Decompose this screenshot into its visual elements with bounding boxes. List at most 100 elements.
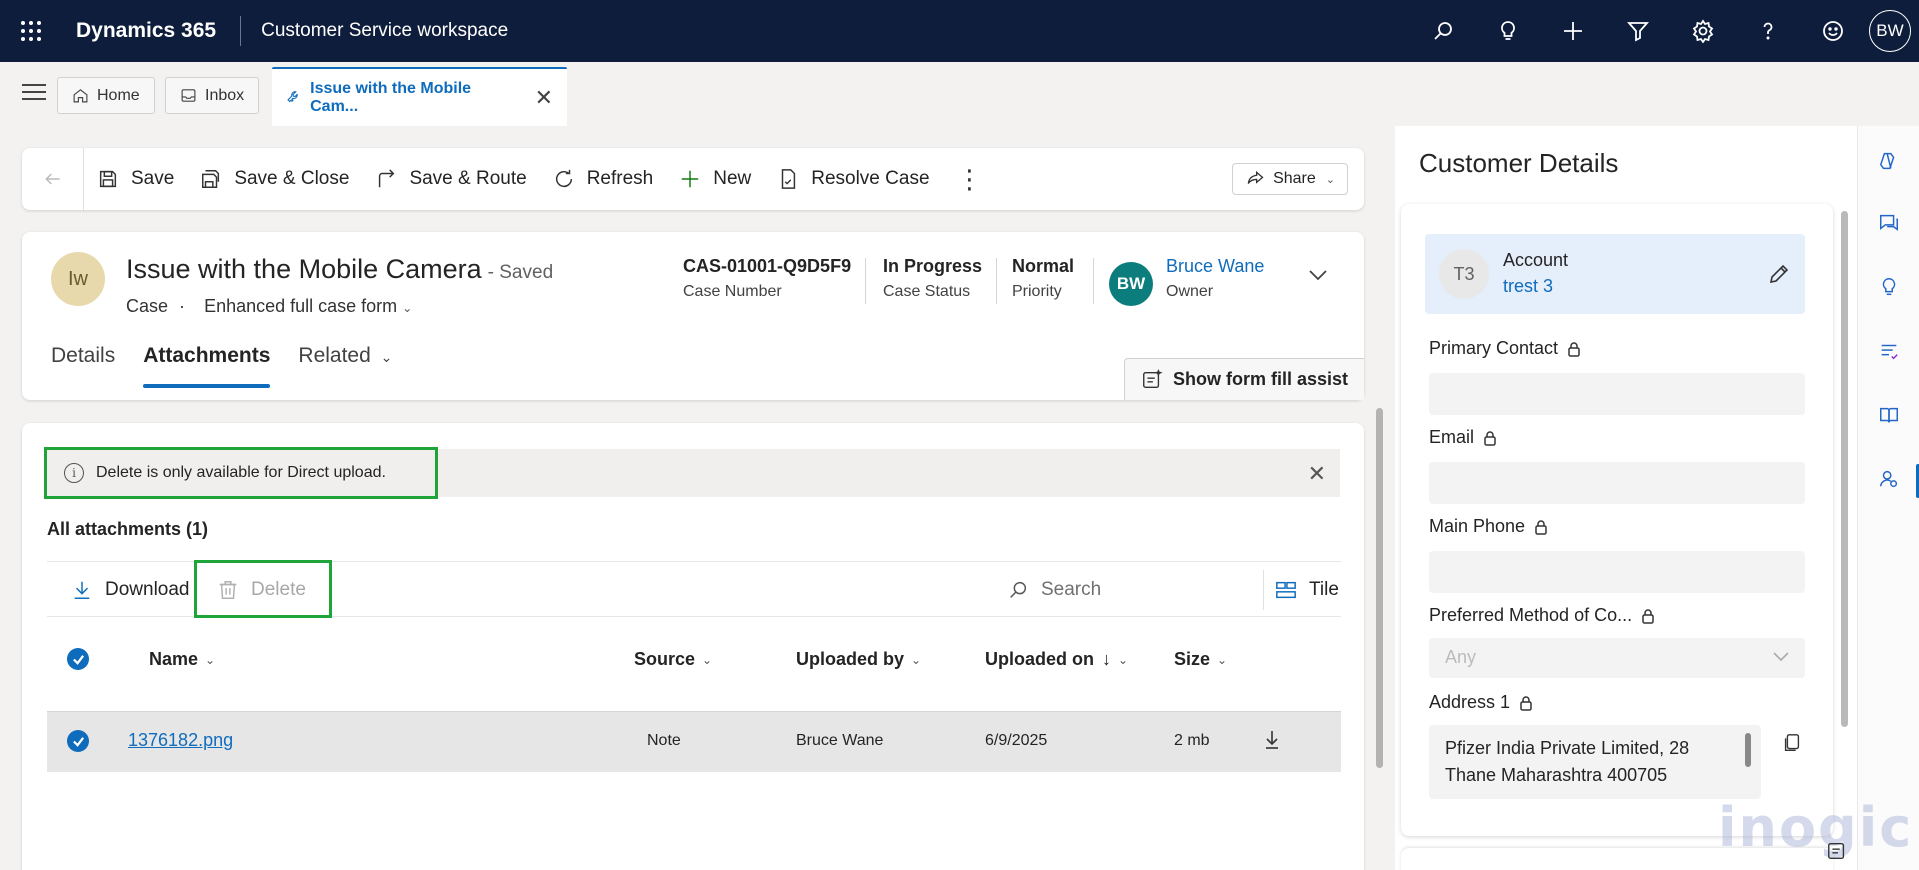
app-launcher-icon[interactable] — [0, 0, 62, 62]
address-scrollbar[interactable] — [1745, 733, 1751, 767]
owner-link[interactable]: Bruce Wane — [1166, 256, 1264, 277]
conversation-icon[interactable] — [1858, 198, 1919, 248]
plus-icon[interactable] — [1540, 0, 1605, 62]
lightbulb-icon[interactable] — [1475, 0, 1540, 62]
tab-inbox[interactable]: Inbox — [165, 77, 260, 114]
select-all-checkbox[interactable] — [67, 648, 89, 670]
settings-icon[interactable] — [1670, 0, 1735, 62]
main-phone-input — [1429, 551, 1805, 593]
filter-icon[interactable] — [1605, 0, 1670, 62]
column-size-label: Size — [1174, 649, 1211, 669]
new-button[interactable]: New — [666, 148, 764, 210]
save-close-button[interactable]: Save & Close — [187, 148, 362, 210]
preferred-method-field: Preferred Method of Co... Any — [1429, 605, 1805, 678]
save-button[interactable]: Save — [84, 148, 187, 210]
command-bar: Save Save & Close Save & Route Refresh N… — [22, 148, 1364, 210]
hamburger-menu-icon[interactable] — [22, 84, 46, 102]
expand-header-chevron-icon[interactable] — [1308, 268, 1328, 282]
address-textarea[interactable]: Pfizer India Private Limited, 28 Thane M… — [1429, 725, 1761, 799]
form-assist-icon — [1143, 368, 1163, 388]
save-route-button[interactable]: Save & Route — [362, 148, 539, 210]
save-close-label: Save & Close — [234, 168, 350, 189]
primary-contact-label: Primary Contact — [1429, 338, 1559, 358]
tile-icon — [1276, 581, 1296, 599]
back-arrow-icon — [44, 173, 60, 185]
tab-details[interactable]: Details — [51, 344, 115, 388]
edit-pencil-icon[interactable] — [1767, 262, 1791, 286]
back-button[interactable] — [22, 148, 84, 210]
wrench-icon — [287, 91, 298, 103]
download-button[interactable]: Download — [71, 562, 190, 618]
customer-details-icon[interactable] — [1858, 454, 1919, 504]
smiley-icon[interactable] — [1800, 0, 1865, 62]
tab-active-case[interactable]: Issue with the Mobile Cam... ✕ — [272, 67, 567, 126]
form-selector[interactable]: Enhanced full case form ⌄ — [204, 296, 412, 316]
cell-uploaded-by: Bruce Wane — [796, 732, 884, 749]
address-line-2: Thane Maharashtra 400705 — [1445, 765, 1668, 785]
tile-view-button[interactable]: Tile — [1275, 562, 1339, 618]
help-icon[interactable] — [1735, 0, 1800, 62]
new-label: New — [713, 168, 752, 189]
refresh-label: Refresh — [586, 168, 654, 189]
record-subtitle: Case · Enhanced full case form ⌄ — [126, 296, 412, 317]
share-label: Share — [1273, 170, 1316, 187]
refresh-button[interactable]: Refresh — [540, 148, 667, 210]
file-name-link[interactable]: 1376182.png — [128, 730, 233, 751]
tab-related[interactable]: Related ⌄ — [298, 344, 392, 388]
customer-details-card: T3 Account trest 3 Primary Contact Email… — [1401, 204, 1833, 836]
column-uploaded-on[interactable]: Uploaded on ↓ ⌄ — [985, 649, 1128, 670]
copilot-icon[interactable] — [1858, 136, 1919, 186]
account-link[interactable]: trest 3 — [1503, 276, 1553, 297]
user-avatar[interactable]: BW — [1869, 10, 1911, 52]
main-phone-label: Main Phone — [1429, 516, 1526, 536]
column-source[interactable]: Source ⌄ — [634, 649, 712, 670]
row-checkbox[interactable] — [67, 730, 89, 752]
copy-icon[interactable] — [1781, 732, 1803, 754]
search-input[interactable]: Search — [1007, 562, 1101, 618]
customer-details-title: Customer Details — [1419, 148, 1619, 178]
table-row[interactable]: 1376182.png Note Bruce Wane 6/9/2025 2 m… — [47, 711, 1341, 772]
resolve-case-button[interactable]: Resolve Case — [764, 148, 942, 210]
app-name[interactable]: Dynamics 365 — [62, 19, 240, 43]
case-status-value: In Progress — [883, 256, 983, 276]
dismiss-message-icon[interactable]: ✕ — [1308, 461, 1326, 487]
column-size[interactable]: Size ⌄ — [1174, 649, 1227, 670]
column-name[interactable]: Name ⌄ — [149, 649, 215, 670]
more-commands-icon[interactable]: ⋮ — [943, 164, 997, 195]
show-form-fill-assist-button[interactable]: Show form fill assist — [1123, 358, 1364, 400]
row-download-icon[interactable] — [1264, 730, 1280, 750]
message-highlight-box — [44, 447, 438, 499]
smart-assist-lightbulb-icon[interactable] — [1858, 262, 1919, 312]
priority-label: Priority — [1012, 283, 1062, 300]
account-lookup[interactable]: T3 Account trest 3 — [1425, 234, 1805, 314]
column-uploaded-by-label: Uploaded by — [796, 649, 905, 669]
email-input — [1429, 462, 1805, 504]
attachments-section: i Delete is only available for Direct up… — [22, 423, 1364, 870]
account-avatar: T3 — [1439, 249, 1489, 299]
refresh-icon — [555, 169, 572, 188]
form-assist-float-icon[interactable] — [1826, 840, 1848, 862]
email-field: Email — [1429, 427, 1805, 504]
knowledge-book-icon[interactable] — [1858, 390, 1919, 440]
tab-attachments[interactable]: Attachments — [143, 344, 271, 388]
workspace-name: Customer Service workspace — [261, 20, 509, 41]
delete-highlight-box — [194, 560, 332, 618]
resolve-case-label: Resolve Case — [811, 168, 930, 189]
column-uploaded-by[interactable]: Uploaded by ⌄ — [796, 649, 921, 670]
tile-label: Tile — [1309, 579, 1339, 600]
share-button[interactable]: Share ⌄ — [1232, 163, 1348, 195]
search-icon[interactable] — [1410, 0, 1475, 62]
task-list-icon[interactable] — [1858, 326, 1919, 376]
top-nav-bar: Dynamics 365 Customer Service workspace … — [0, 0, 1919, 62]
tab-home[interactable]: Home — [57, 77, 155, 114]
panel-scrollbar[interactable] — [1841, 211, 1848, 727]
save-label: Save — [131, 168, 175, 189]
preferred-method-label: Preferred Method of Co... — [1429, 605, 1633, 625]
address-line-1: Pfizer India Private Limited, 28 — [1445, 738, 1690, 758]
main-scrollbar[interactable] — [1376, 408, 1383, 768]
tab-related-label: Related — [298, 344, 371, 367]
record-title: Issue with the Mobile Camera - Saved — [126, 254, 553, 285]
owner-field: Bruce Wane Owner — [1166, 256, 1264, 301]
case-status-label: Case Status — [883, 283, 971, 300]
close-tab-icon[interactable]: ✕ — [535, 85, 553, 111]
